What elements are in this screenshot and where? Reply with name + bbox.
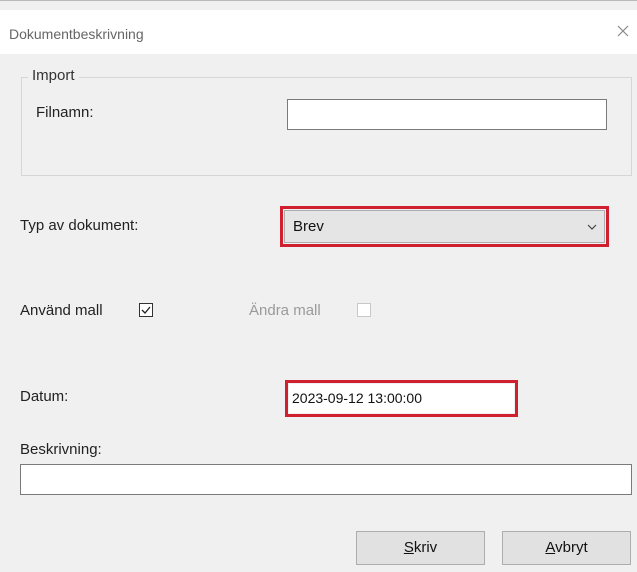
date-label: Datum: [20,388,69,405]
change-template-checkbox[interactable] [357,303,371,317]
cancel-button-mnemonic: A [545,539,556,556]
import-group-label: Import [28,67,79,84]
cancel-button-label: vbryt [555,539,588,556]
filename-label: Filnamn: [36,104,94,121]
use-template-label: Använd mall [20,302,103,319]
description-input[interactable] [20,464,632,495]
filename-input[interactable] [287,99,607,130]
document-type-label: Typ av dokument: [20,217,139,234]
close-icon[interactable] [615,23,631,39]
document-type-value: Brev [293,218,324,235]
title-bar: Dokumentbeskrivning [0,10,637,54]
window-title: Dokumentbeskrivning [9,26,144,42]
change-template-label: Ändra mall [249,302,321,319]
date-input[interactable]: 2023-09-12 13:00:00 [289,384,514,413]
cancel-button[interactable]: Avbryt [502,531,631,565]
document-type-dropdown[interactable]: Brev [284,210,605,243]
write-button[interactable]: Skriv [356,531,485,565]
use-template-checkbox[interactable] [139,303,153,317]
document-description-dialog: Dokumentbeskrivning Import Filnamn: Typ … [0,0,637,572]
write-button-mnemonic: S [403,539,414,556]
write-button-label: kriv [413,539,438,556]
chevron-down-icon [586,220,598,232]
description-label: Beskrivning: [20,441,102,458]
